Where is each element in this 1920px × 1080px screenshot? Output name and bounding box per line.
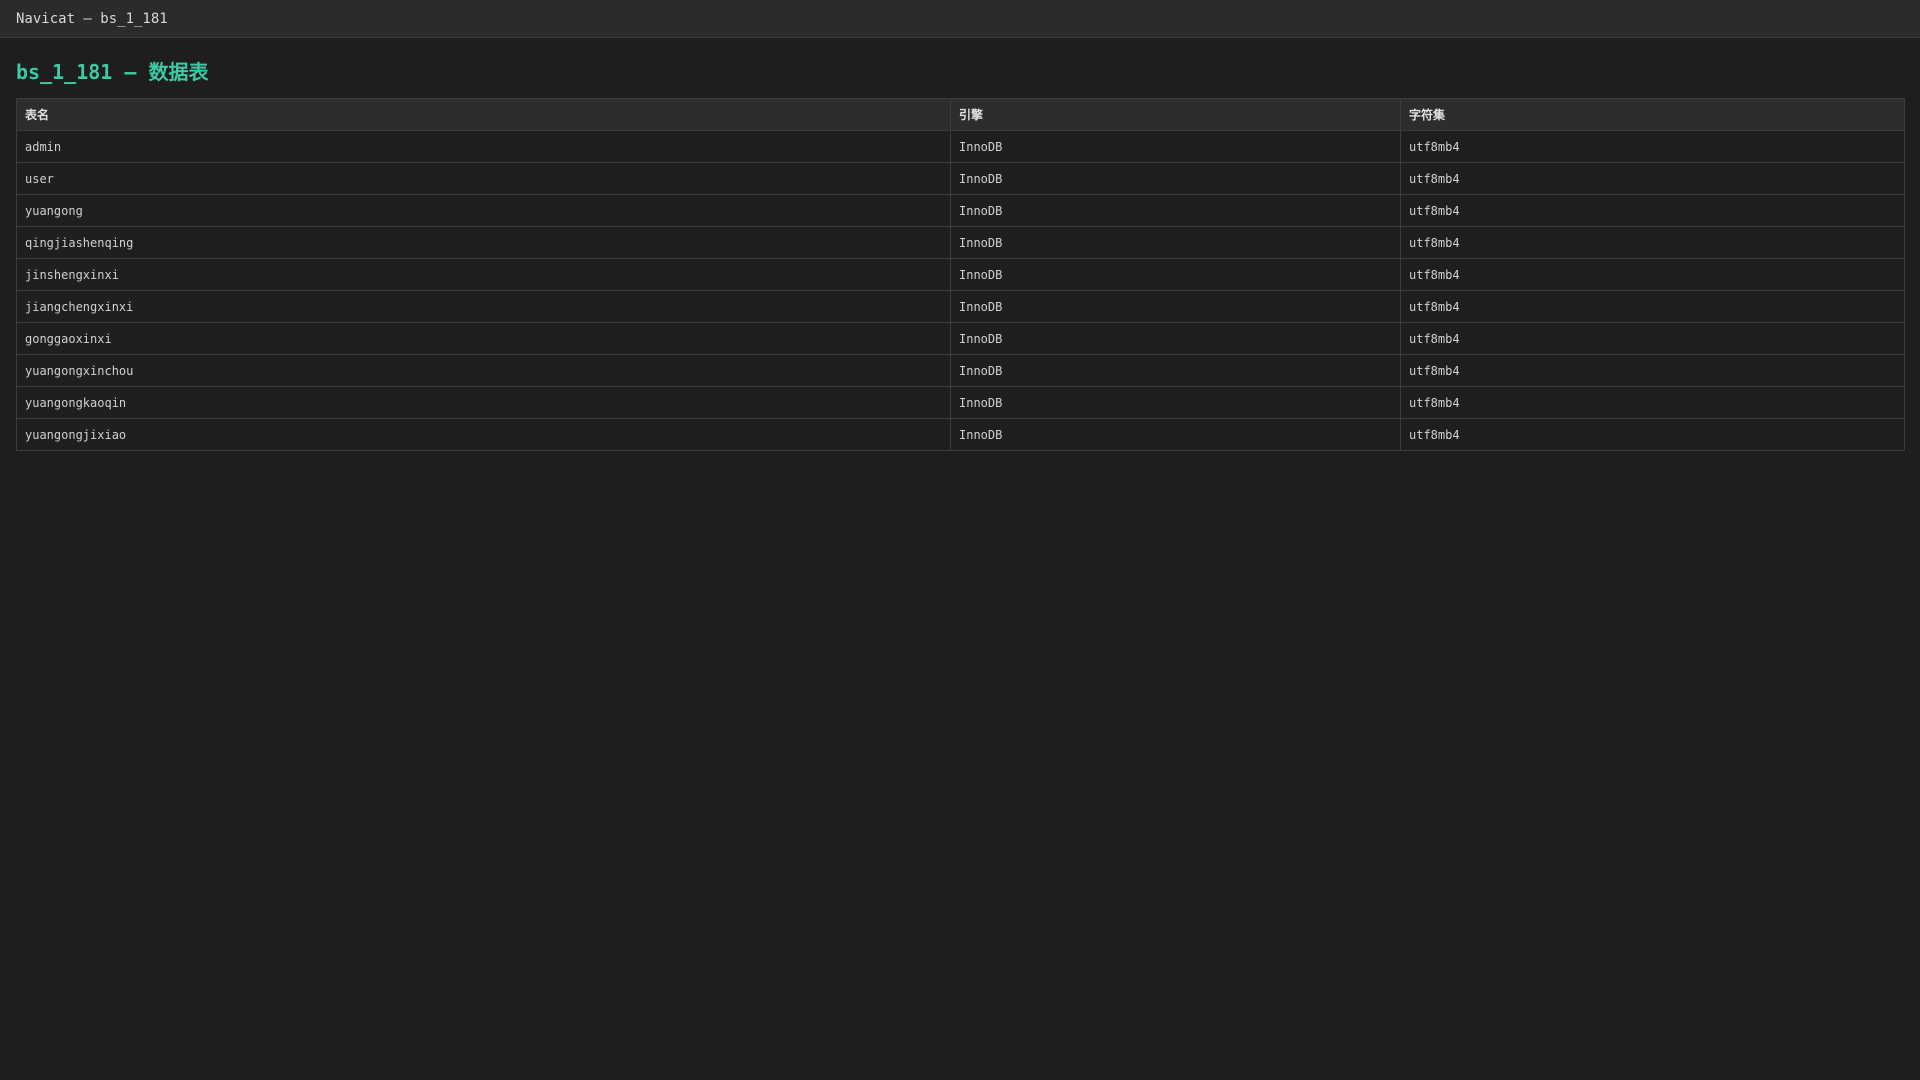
table-row[interactable]: jiangchengxinxi InnoDB utf8mb4 (16, 290, 1905, 323)
table-name-cell[interactable]: admin (16, 130, 951, 163)
engine-cell: InnoDB (950, 162, 1401, 195)
table-name-cell[interactable]: gonggaoxinxi (16, 322, 951, 355)
charset-cell: utf8mb4 (1400, 194, 1905, 227)
engine-cell: InnoDB (950, 386, 1401, 419)
table-row[interactable]: yuangongjixiao InnoDB utf8mb4 (16, 418, 1905, 451)
engine-cell: InnoDB (950, 418, 1401, 451)
window-titlebar: Navicat — bs_1_181 (0, 0, 1920, 38)
charset-cell: utf8mb4 (1400, 130, 1905, 163)
column-header-engine[interactable]: 引擎 (950, 98, 1401, 131)
table-name-cell[interactable]: jiangchengxinxi (16, 290, 951, 323)
table-name-cell[interactable]: yuangongjixiao (16, 418, 951, 451)
engine-cell: InnoDB (950, 258, 1401, 291)
page-title: bs_1_181 — 数据表 (16, 60, 209, 84)
charset-cell: utf8mb4 (1400, 162, 1905, 195)
engine-cell: InnoDB (950, 226, 1401, 259)
engine-cell: InnoDB (950, 130, 1401, 163)
table-row[interactable]: user InnoDB utf8mb4 (16, 162, 1905, 195)
charset-cell: utf8mb4 (1400, 226, 1905, 259)
engine-cell: InnoDB (950, 322, 1401, 355)
table-row[interactable]: yuangongkaoqin InnoDB utf8mb4 (16, 386, 1905, 419)
charset-cell: utf8mb4 (1400, 290, 1905, 323)
table-row[interactable]: qingjiashenqing InnoDB utf8mb4 (16, 226, 1905, 259)
column-header-name[interactable]: 表名 (16, 98, 951, 131)
charset-cell: utf8mb4 (1400, 258, 1905, 291)
tables-list: 表名 引擎 字符集 admin InnoDB utf8mb4 user Inno… (16, 98, 1905, 451)
table-row[interactable]: yuangongxinchou InnoDB utf8mb4 (16, 354, 1905, 387)
table-name-cell[interactable]: yuangongkaoqin (16, 386, 951, 419)
table-name-cell[interactable]: user (16, 162, 951, 195)
charset-cell: utf8mb4 (1400, 354, 1905, 387)
charset-cell: utf8mb4 (1400, 386, 1905, 419)
table-name-cell[interactable]: jinshengxinxi (16, 258, 951, 291)
charset-cell: utf8mb4 (1400, 322, 1905, 355)
engine-cell: InnoDB (950, 194, 1401, 227)
table-name-cell[interactable]: yuangongxinchou (16, 354, 951, 387)
column-header-charset[interactable]: 字符集 (1400, 98, 1905, 131)
charset-cell: utf8mb4 (1400, 418, 1905, 451)
table-name-cell[interactable]: qingjiashenqing (16, 226, 951, 259)
engine-cell: InnoDB (950, 354, 1401, 387)
table-row[interactable]: admin InnoDB utf8mb4 (16, 130, 1905, 163)
engine-cell: InnoDB (950, 290, 1401, 323)
table-row[interactable]: gonggaoxinxi InnoDB utf8mb4 (16, 322, 1905, 355)
table-row[interactable]: yuangong InnoDB utf8mb4 (16, 194, 1905, 227)
table-header-row: 表名 引擎 字符集 (16, 98, 1905, 131)
window-title: Navicat — bs_1_181 (16, 10, 168, 27)
table-row[interactable]: jinshengxinxi InnoDB utf8mb4 (16, 258, 1905, 291)
table-name-cell[interactable]: yuangong (16, 194, 951, 227)
